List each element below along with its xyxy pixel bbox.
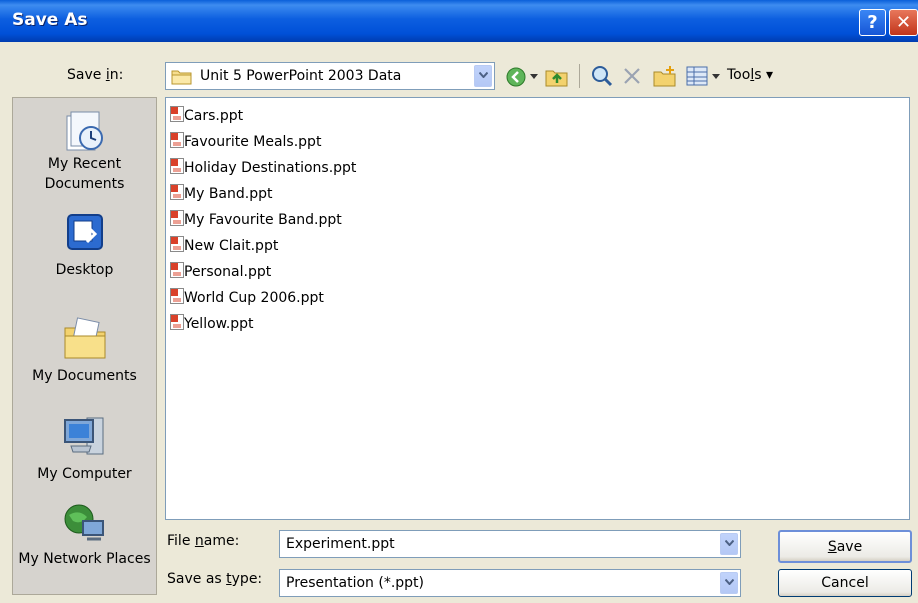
ppt-file-icon bbox=[170, 210, 184, 226]
my-documents-icon bbox=[64, 317, 105, 359]
file-name: New Clait.ppt bbox=[184, 238, 279, 254]
file-name: My Band.ppt bbox=[184, 186, 273, 202]
ppt-file-icon bbox=[170, 158, 184, 174]
file-name-field[interactable]: Experiment.ppt bbox=[279, 530, 741, 558]
search-web-icon[interactable] bbox=[590, 64, 614, 88]
place-my-computer[interactable]: My Computer bbox=[13, 412, 156, 484]
views-icon[interactable] bbox=[686, 66, 708, 86]
file-name: Yellow.ppt bbox=[184, 316, 254, 332]
back-icon[interactable] bbox=[505, 66, 527, 88]
network-places-icon bbox=[64, 504, 104, 541]
desktop-icon bbox=[66, 214, 103, 250]
tools-dropdown-icon: ▾ bbox=[765, 67, 773, 83]
ppt-file-icon bbox=[170, 184, 184, 200]
save-as-type-dropdown[interactable]: Presentation (*.ppt) bbox=[279, 569, 741, 597]
up-one-level-icon[interactable] bbox=[545, 66, 569, 88]
place-label: My Recent Documents bbox=[44, 156, 125, 192]
file-name: Holiday Destinations.ppt bbox=[184, 160, 357, 176]
close-button[interactable]: ✕ bbox=[889, 9, 918, 36]
save-as-type-value: Presentation (*.ppt) bbox=[286, 575, 425, 591]
save-as-type-label: Save as type: bbox=[167, 571, 263, 587]
save-as-dialog: Save As ? ✕ Save in: Unit 5 PowerPoint 2… bbox=[0, 0, 918, 603]
place-label: Desktop bbox=[55, 262, 114, 278]
chevron-down-icon[interactable] bbox=[720, 533, 738, 555]
new-folder-icon[interactable] bbox=[652, 64, 678, 88]
places-bar: My Recent Documents Desktop My Documents bbox=[12, 97, 157, 595]
place-my-network-places[interactable]: My Network Places bbox=[13, 501, 156, 569]
save-in-value: Unit 5 PowerPoint 2003 Data bbox=[200, 68, 402, 84]
file-name: Personal.ppt bbox=[184, 264, 272, 280]
ppt-file-icon bbox=[170, 236, 184, 252]
back-dropdown-icon[interactable] bbox=[530, 74, 538, 80]
place-my-documents[interactable]: My Documents bbox=[13, 314, 156, 386]
file-list[interactable]: Cars.ppt Favourite Meals.ppt Holiday Des… bbox=[165, 97, 910, 520]
ppt-file-icon bbox=[170, 314, 184, 330]
file-name: World Cup 2006.ppt bbox=[184, 290, 324, 306]
place-label: My Network Places bbox=[18, 551, 151, 567]
ppt-file-icon bbox=[170, 288, 184, 304]
file-name-value: Experiment.ppt bbox=[286, 536, 395, 552]
my-computer-icon bbox=[63, 417, 103, 455]
chevron-down-icon[interactable] bbox=[474, 65, 492, 87]
recent-documents-icon bbox=[66, 111, 103, 151]
file-name-label: File name: bbox=[167, 533, 240, 549]
file-name: Favourite Meals.ppt bbox=[184, 134, 322, 150]
save-in-label: Save in: bbox=[67, 67, 124, 83]
cancel-button[interactable]: Cancel bbox=[778, 569, 912, 597]
ppt-file-icon bbox=[170, 262, 184, 278]
tools-menu[interactable]: Tools ▾ bbox=[727, 67, 773, 83]
file-name: Cars.ppt bbox=[184, 108, 244, 124]
save-button[interactable]: Save bbox=[778, 530, 912, 563]
place-label: My Documents bbox=[32, 368, 137, 384]
place-label: My Computer bbox=[37, 466, 132, 482]
title-bar[interactable]: Save As ? ✕ bbox=[0, 0, 918, 42]
place-desktop[interactable]: Desktop bbox=[13, 212, 156, 280]
ppt-file-icon bbox=[170, 132, 184, 148]
delete-icon[interactable] bbox=[622, 66, 642, 86]
save-in-dropdown[interactable]: Unit 5 PowerPoint 2003 Data bbox=[165, 62, 495, 90]
views-dropdown-icon[interactable] bbox=[712, 74, 720, 80]
folder-icon bbox=[171, 70, 192, 85]
file-name: My Favourite Band.ppt bbox=[184, 212, 342, 228]
dialog-title: Save As bbox=[12, 10, 88, 30]
toolbar-separator bbox=[579, 64, 580, 88]
chevron-down-icon[interactable] bbox=[720, 572, 738, 594]
place-my-recent-documents[interactable]: My Recent Documents bbox=[13, 106, 156, 194]
ppt-file-icon bbox=[170, 106, 184, 122]
help-button[interactable]: ? bbox=[859, 9, 886, 36]
